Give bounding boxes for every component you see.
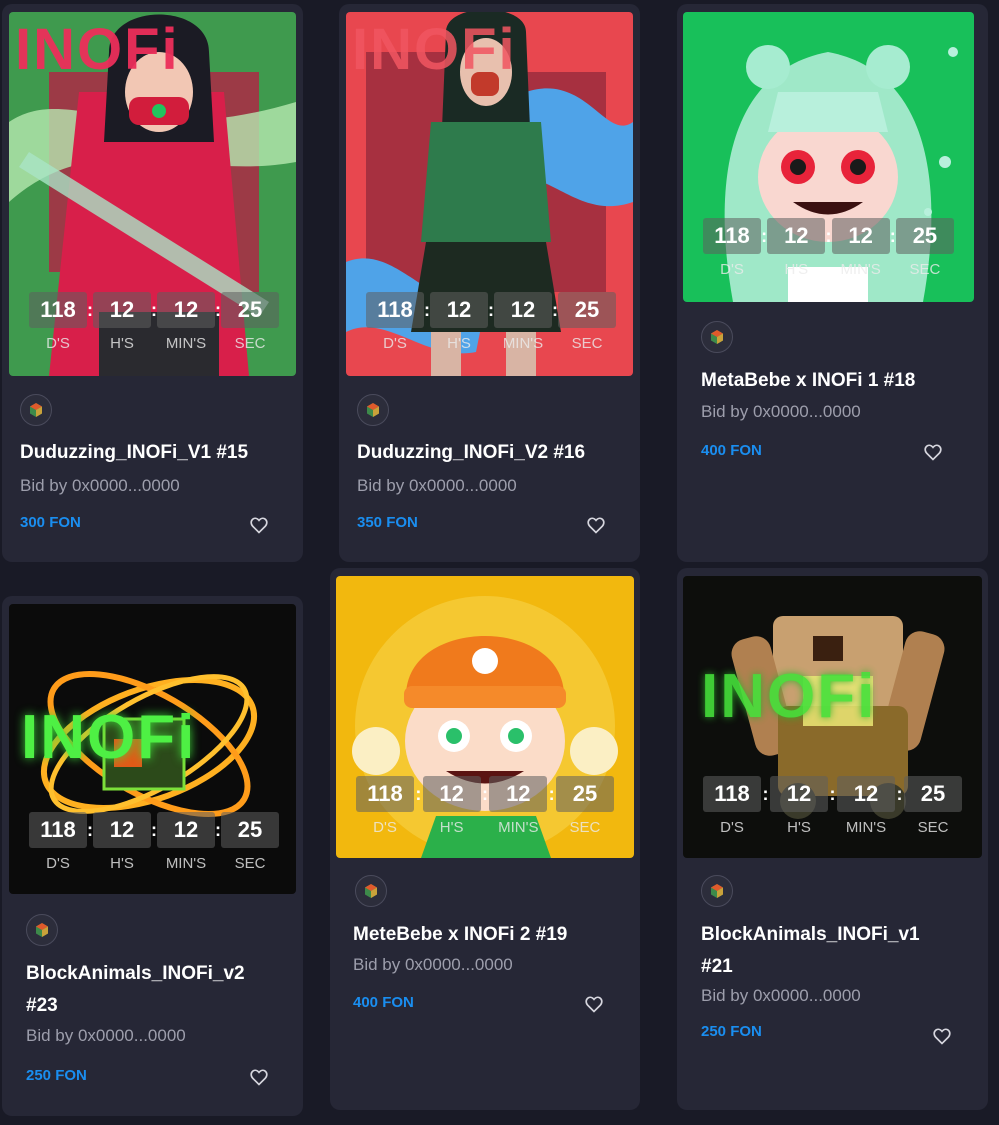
timer-hours: 12 H'S	[767, 218, 826, 278]
creator-avatar-icon[interactable]	[355, 875, 387, 907]
timer-seconds: 25 SEC	[904, 776, 962, 836]
timer-separator: :	[896, 784, 903, 804]
nft-title-line: #21	[701, 956, 733, 977]
nft-artwork[interactable]: INOFi 118 D'S : 12 H'S : 12 MIN'S : 25 SEC	[9, 604, 296, 894]
timer-seconds: 25 SEC	[555, 776, 614, 836]
nft-card[interactable]: INOFi 118 D'S : 12 H'S : 12 MIN'S : 25 SEC B…	[2, 596, 303, 1116]
artwork-logo-text: INOFi	[701, 662, 877, 731]
timer-days: 118 D'S	[29, 292, 87, 352]
nft-title[interactable]: Duduzzing_INOFi_V2 #16	[357, 437, 626, 469]
nft-card[interactable]: INOFi 118 D'S : 12 H'S : 12 MIN'S : 25 SEC D…	[2, 4, 303, 562]
nft-card[interactable]: 118 D'S : 12 H'S : 12 MIN'S : 25 SEC MetaBeb…	[677, 4, 988, 562]
nft-title-line: #23	[26, 995, 58, 1016]
bid-by-text: Bid by 0x0000...0000	[357, 476, 517, 495]
creator-avatar-icon[interactable]	[701, 875, 733, 907]
bid-by-text: Bid by 0x0000...0000	[353, 955, 513, 974]
timer-separator: :	[762, 784, 769, 804]
nft-artwork[interactable]: INOFi 118 D'S : 12 H'S : 12 MIN'S : 25 SEC	[9, 12, 296, 376]
price-label: 400 FON	[353, 994, 414, 1011]
timer-minutes: 12 MIN'S	[494, 292, 552, 352]
timer-minutes: 12 MIN'S	[489, 776, 548, 836]
artwork-logo-text: INOFi	[21, 703, 197, 772]
countdown-timer: 118 D'S : 12 H'S : 12 MIN'S : 25 SEC	[366, 292, 616, 352]
heart-icon[interactable]	[932, 1026, 952, 1046]
creator-avatar-icon[interactable]	[357, 394, 389, 426]
creator-avatar-icon[interactable]	[20, 394, 52, 426]
countdown-timer: 118 D'S : 12 H'S : 12 MIN'S : 25 SEC	[356, 776, 614, 836]
artwork-logo-text: INOFi	[15, 17, 180, 82]
timer-days: 118 D'S	[703, 776, 761, 836]
creator-avatar-icon[interactable]	[701, 321, 733, 353]
bid-by-text: Bid by 0x0000...0000	[20, 476, 180, 495]
timer-separator: :	[415, 784, 422, 804]
timer-days: 118 D'S	[366, 292, 424, 352]
nft-card[interactable]: INOFi 118 D'S : 12 H'S : 12 MIN'S : 25 SEC D…	[339, 4, 640, 562]
creator-avatar-icon[interactable]	[26, 914, 58, 946]
bid-by-text: Bid by 0x0000...0000	[701, 986, 861, 1005]
timer-days: 118 D'S	[29, 812, 87, 872]
price-label: 300 FON	[20, 514, 81, 531]
timer-minutes: 12 MIN'S	[157, 812, 215, 872]
timer-seconds: 25 SEC	[558, 292, 616, 352]
heart-icon[interactable]	[923, 442, 943, 462]
nft-artwork[interactable]: 118 D'S : 12 H'S : 12 MIN'S : 25 SEC	[683, 12, 974, 302]
timer-seconds: 25 SEC	[221, 292, 279, 352]
timer-separator: :	[829, 784, 836, 804]
timer-hours: 12 H'S	[93, 292, 151, 352]
timer-separator: :	[825, 226, 832, 246]
nft-artwork[interactable]: 118 D'S : 12 H'S : 12 MIN'S : 25 SEC	[336, 576, 634, 858]
timer-minutes: 12 MIN'S	[157, 292, 215, 352]
nft-title[interactable]: MeteBebe x INOFi 2 #19	[353, 919, 626, 951]
nft-title[interactable]: Duduzzing_INOFi_V1 #15	[20, 437, 289, 469]
nft-card[interactable]: 118 D'S : 12 H'S : 12 MIN'S : 25 SEC MeteBeb…	[330, 568, 640, 1110]
timer-hours: 12 H'S	[770, 776, 828, 836]
timer-seconds: 25 SEC	[895, 218, 954, 278]
heart-icon[interactable]	[584, 994, 604, 1014]
nft-title[interactable]: MetaBebe x INOFi 1 #18	[701, 365, 974, 397]
nft-artwork[interactable]: INOFi 118 D'S : 12 H'S : 12 MIN'S : 25 SEC	[346, 12, 633, 376]
timer-separator: :	[889, 226, 896, 246]
nft-title[interactable]: BlockAnimals_INOFi_v2 #23	[26, 958, 289, 1022]
heart-icon[interactable]	[249, 515, 269, 535]
countdown-timer: 118 D'S : 12 H'S : 12 MIN'S : 25 SEC	[29, 292, 279, 352]
timer-hours: 12 H'S	[93, 812, 151, 872]
timer-hours: 12 H'S	[422, 776, 481, 836]
bid-by-text: Bid by 0x0000...0000	[701, 402, 861, 421]
nft-card[interactable]: INOFi 118 D'S : 12 H'S : 12 MIN'S : 25 SEC B…	[677, 568, 988, 1110]
nft-title-line: BlockAnimals_INOFi_v1	[701, 924, 920, 945]
timer-separator: :	[761, 226, 768, 246]
bid-by-text: Bid by 0x0000...0000	[26, 1026, 186, 1045]
price-label: 250 FON	[701, 1023, 762, 1040]
heart-icon[interactable]	[586, 515, 606, 535]
timer-hours: 12 H'S	[430, 292, 488, 352]
price-label: 350 FON	[357, 514, 418, 531]
nft-artwork[interactable]: INOFi 118 D'S : 12 H'S : 12 MIN'S : 25 SEC	[683, 576, 982, 858]
nft-title[interactable]: BlockAnimals_INOFi_v1 #21	[701, 919, 974, 983]
timer-separator: :	[548, 784, 555, 804]
countdown-timer: 118 D'S : 12 H'S : 12 MIN'S : 25 SEC	[703, 218, 954, 278]
nft-title-line: BlockAnimals_INOFi_v2	[26, 963, 245, 984]
artwork-logo-text: INOFi	[352, 17, 517, 82]
heart-icon[interactable]	[249, 1067, 269, 1087]
price-label: 250 FON	[26, 1067, 87, 1084]
countdown-timer: 118 D'S : 12 H'S : 12 MIN'S : 25 SEC	[703, 776, 962, 836]
timer-seconds: 25 SEC	[221, 812, 279, 872]
timer-days: 118 D'S	[356, 776, 414, 836]
timer-minutes: 12 MIN'S	[837, 776, 895, 836]
timer-separator: :	[481, 784, 488, 804]
countdown-timer: 118 D'S : 12 H'S : 12 MIN'S : 25 SEC	[29, 812, 279, 872]
timer-minutes: 12 MIN'S	[831, 218, 890, 278]
price-label: 400 FON	[701, 442, 762, 459]
timer-days: 118 D'S	[703, 218, 761, 278]
